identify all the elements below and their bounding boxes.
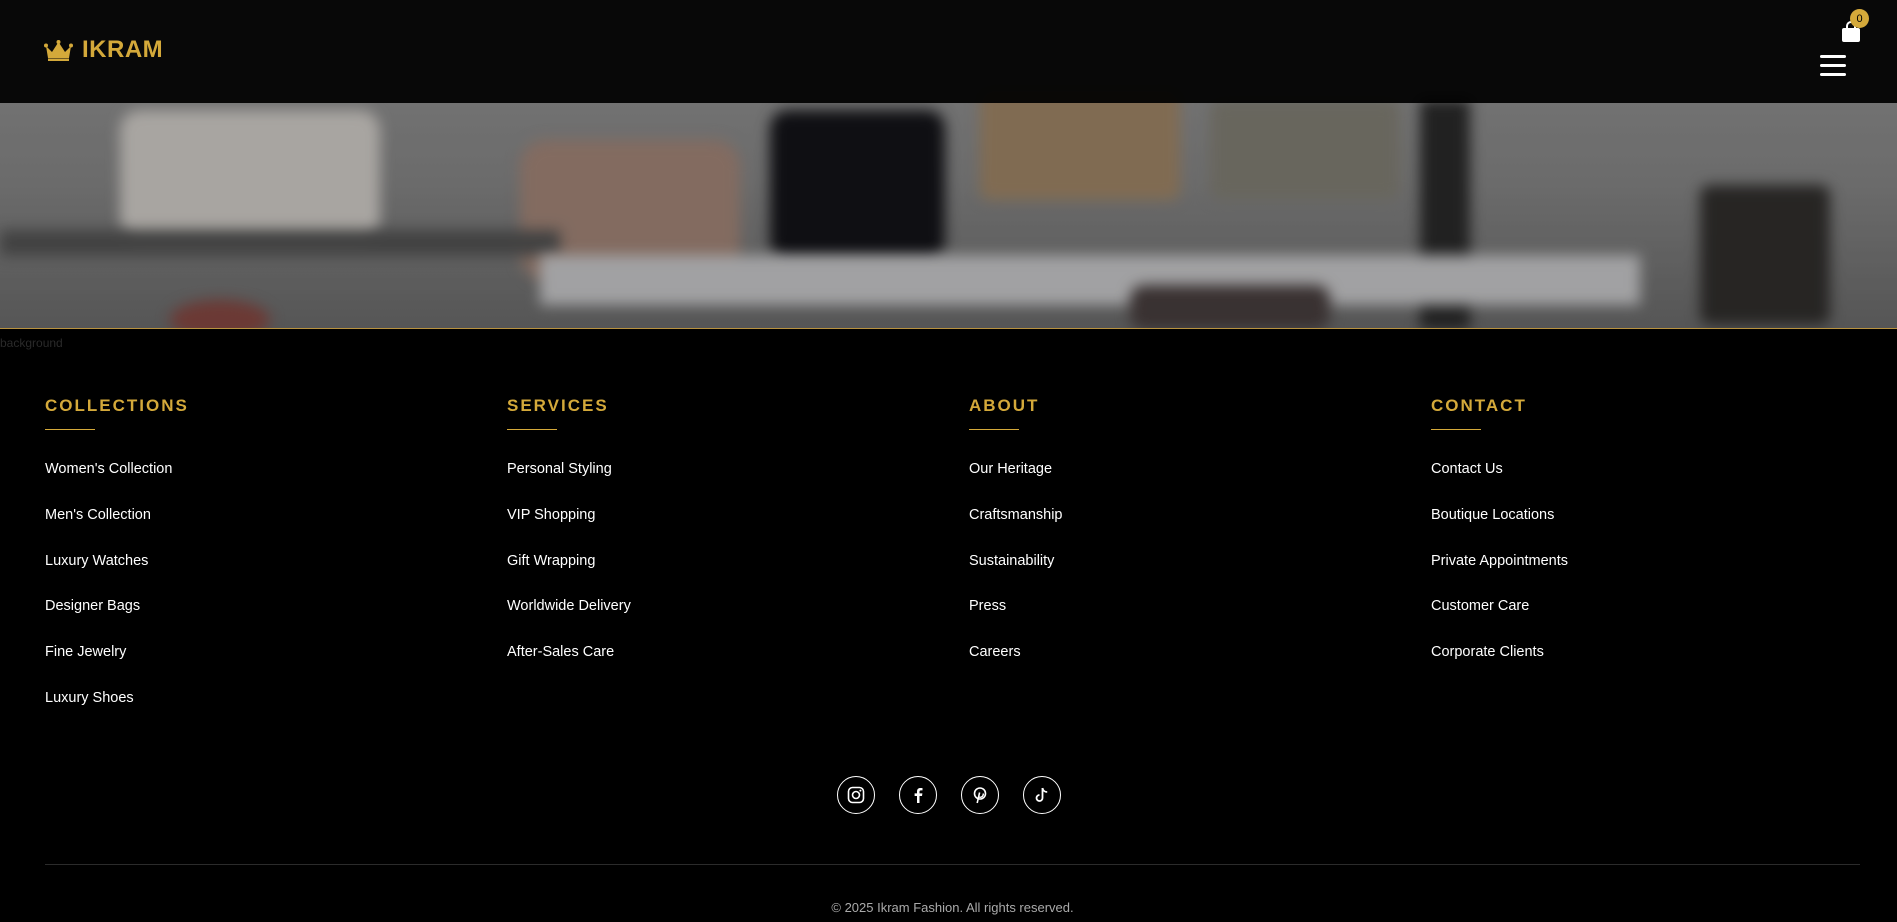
footer-link[interactable]: Contact Us bbox=[1431, 461, 1503, 477]
footer-divider bbox=[45, 864, 1860, 865]
footer-link[interactable]: Careers bbox=[969, 644, 1021, 660]
pinterest-icon bbox=[973, 787, 987, 804]
tiktok-icon bbox=[1035, 787, 1048, 802]
pinterest-button[interactable] bbox=[961, 776, 999, 814]
footer-link[interactable]: Worldwide Delivery bbox=[507, 598, 631, 614]
footer-link[interactable]: Fine Jewelry bbox=[45, 644, 126, 660]
column-title-underline bbox=[1431, 429, 1481, 430]
footer-link[interactable]: VIP Shopping bbox=[507, 507, 595, 523]
footer-link[interactable]: Gift Wrapping bbox=[507, 553, 595, 569]
brand-logo[interactable]: IKRAM bbox=[44, 36, 163, 64]
footer-link[interactable]: Women's Collection bbox=[45, 461, 172, 477]
column-title-underline bbox=[507, 429, 557, 430]
footer-link[interactable]: Luxury Watches bbox=[45, 553, 148, 569]
footer-link[interactable]: Personal Styling bbox=[507, 461, 612, 477]
brand-name: IKRAM bbox=[82, 36, 164, 63]
footer-link[interactable]: Corporate Clients bbox=[1431, 644, 1544, 660]
column-title-underline bbox=[969, 429, 1019, 430]
instagram-button[interactable] bbox=[837, 776, 875, 814]
footer-link[interactable]: Our Heritage bbox=[969, 461, 1052, 477]
footer-link[interactable]: Men's Collection bbox=[45, 507, 151, 523]
footer-column-collections: COLLECTIONS Women's Collection Men's Col… bbox=[45, 396, 485, 706]
copyright-text: © 2025 Ikram Fashion. All rights reserve… bbox=[831, 900, 1074, 915]
facebook-icon bbox=[914, 788, 923, 803]
column-title: COLLECTIONS bbox=[45, 396, 189, 415]
instagram-icon bbox=[847, 786, 865, 804]
column-title: ABOUT bbox=[969, 396, 1040, 415]
footer-link[interactable]: Press bbox=[969, 598, 1006, 614]
hero-divider bbox=[0, 328, 1897, 329]
footer-link[interactable]: Sustainability bbox=[969, 553, 1054, 569]
column-title: SERVICES bbox=[507, 396, 609, 415]
hamburger-menu-button[interactable] bbox=[1820, 55, 1848, 79]
footer-link[interactable]: After-Sales Care bbox=[507, 644, 614, 660]
site-header: IKRAM 0 bbox=[0, 0, 1897, 103]
footer-link[interactable]: Luxury Shoes bbox=[45, 690, 134, 706]
footer-link[interactable]: Craftsmanship bbox=[969, 507, 1062, 523]
footer-link[interactable]: Private Appointments bbox=[1431, 553, 1568, 569]
footer-column-contact: CONTACT Contact Us Boutique Locations Pr… bbox=[1431, 396, 1871, 660]
hero-image-alt-text: background bbox=[0, 336, 63, 350]
column-title: CONTACT bbox=[1431, 396, 1527, 415]
footer-link[interactable]: Designer Bags bbox=[45, 598, 140, 614]
tiktok-button[interactable] bbox=[1023, 776, 1061, 814]
crown-icon bbox=[44, 39, 73, 61]
footer-column-services: SERVICES Personal Styling VIP Shopping G… bbox=[507, 396, 947, 660]
facebook-button[interactable] bbox=[899, 776, 937, 814]
footer-column-about: ABOUT Our Heritage Craftsmanship Sustain… bbox=[969, 396, 1409, 660]
cart-count-badge: 0 bbox=[1850, 9, 1869, 28]
social-links bbox=[837, 776, 1061, 814]
footer-link[interactable]: Customer Care bbox=[1431, 598, 1529, 614]
column-title-underline bbox=[45, 429, 95, 430]
footer-link[interactable]: Boutique Locations bbox=[1431, 507, 1554, 523]
